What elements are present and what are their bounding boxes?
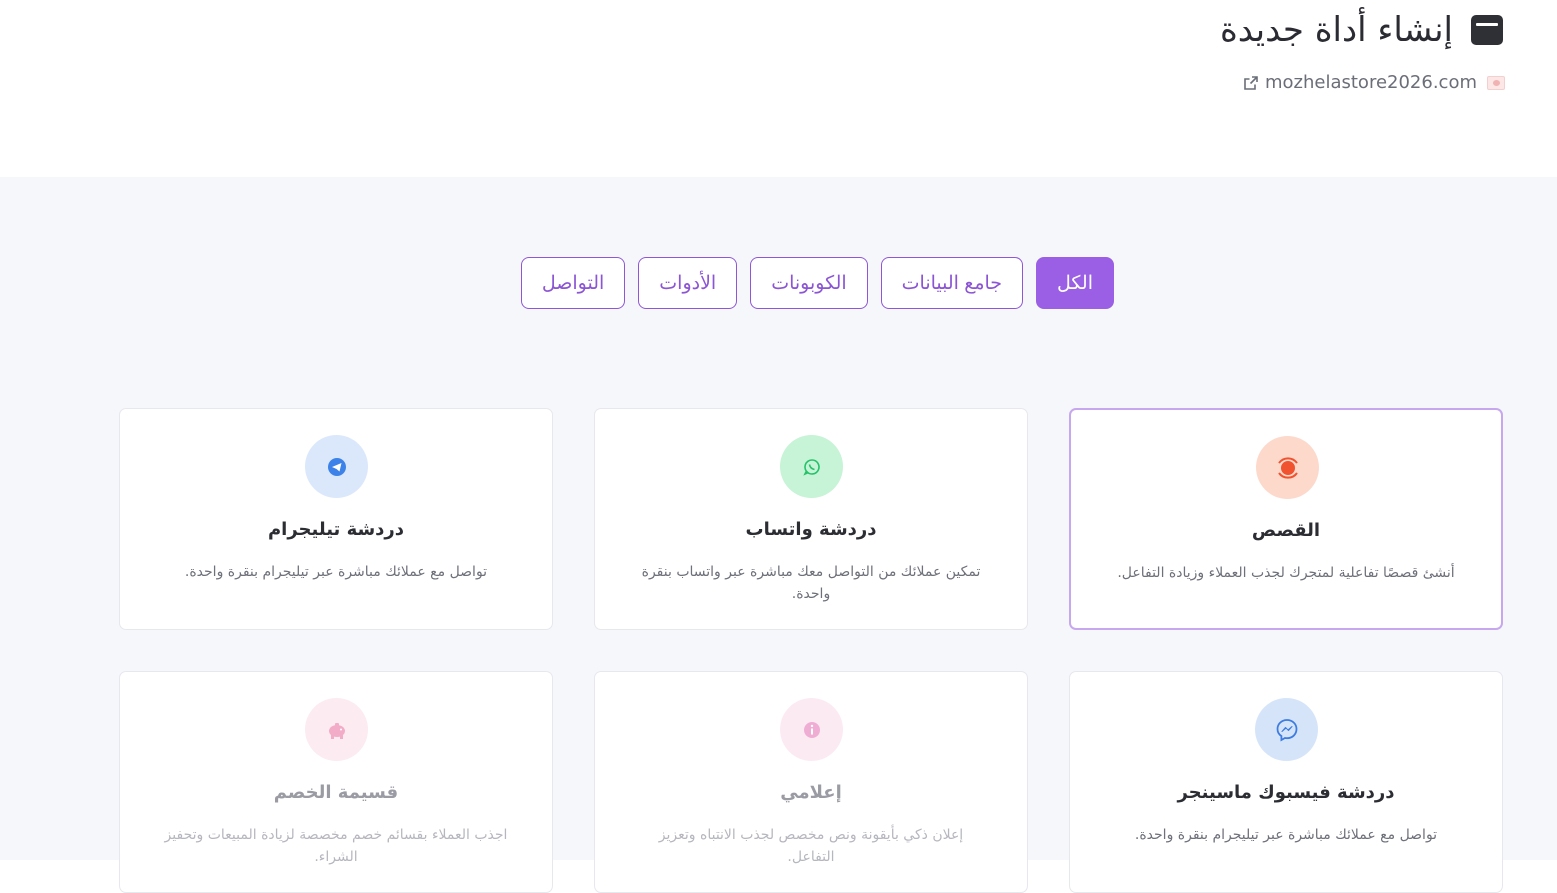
stories-icon <box>1256 436 1319 499</box>
card-title: القصص <box>1251 520 1321 541</box>
site-link[interactable]: mozhelastore2026.com <box>1265 72 1477 93</box>
filter-tabs: الكل جامع البيانات الكوبونات الأدوات الت… <box>509 257 1114 309</box>
card-description: أنشئ قصصًا تفاعلية لمتجرك لجذب العملاء و… <box>1117 565 1455 581</box>
site-favicon <box>1487 75 1505 90</box>
card-description: اجذب العملاء بقسائم خصم مخصصة لزيادة الم… <box>164 827 508 865</box>
filter-coupons[interactable]: الكوبونات <box>750 257 868 309</box>
card-title: دردشة واتساب <box>745 519 877 540</box>
tool-card-whatsapp[interactable]: دردشة واتساب تمكين عملائك من التواصل معك… <box>594 408 1028 630</box>
external-link-icon[interactable] <box>1243 75 1259 91</box>
title-row: إنشاء أداة جديدة <box>1220 10 1503 50</box>
filter-all[interactable]: الكل <box>1036 257 1114 309</box>
site-row[interactable]: mozhelastore2026.com <box>1243 72 1505 93</box>
card-description: إعلان ذكي بأيقونة ونص مخصص لجذب الانتباه… <box>658 827 964 865</box>
messenger-icon <box>1255 698 1318 761</box>
info-icon <box>780 698 843 761</box>
piggy-bank-icon <box>305 698 368 761</box>
card-description: تواصل مع عملائك مباشرة عبر تيليجرام بنقر… <box>1134 827 1438 843</box>
filter-tools[interactable]: الأدوات <box>638 257 738 309</box>
telegram-icon <box>305 435 368 498</box>
card-description: تمكين عملائك من التواصل معك مباشرة عبر و… <box>641 564 981 602</box>
tool-card-stories[interactable]: القصص أنشئ قصصًا تفاعلية لمتجرك لجذب الع… <box>1069 408 1503 630</box>
card-title: دردشة فيسبوك ماسينجر <box>1177 782 1395 803</box>
main-area: الكل جامع البيانات الكوبونات الأدوات الت… <box>0 177 1557 893</box>
card-title: إعلامي <box>780 782 842 803</box>
card-title: قسيمة الخصم <box>273 782 399 803</box>
filter-data-collector[interactable]: جامع البيانات <box>880 257 1024 309</box>
card-description: تواصل مع عملائك مباشرة عبر تيليجرام بنقر… <box>184 564 488 580</box>
page-title: إنشاء أداة جديدة <box>1219 10 1453 50</box>
page-header: إنشاء أداة جديدة mozhelastore2026.com <box>0 0 1557 177</box>
filter-communication[interactable]: التواصل <box>520 257 626 309</box>
card-title: دردشة تيليجرام <box>267 519 405 540</box>
whatsapp-icon <box>780 435 843 498</box>
tool-card-telegram[interactable]: دردشة تيليجرام تواصل مع عملائك مباشرة عب… <box>119 408 553 630</box>
wallet-icon <box>1471 15 1503 45</box>
